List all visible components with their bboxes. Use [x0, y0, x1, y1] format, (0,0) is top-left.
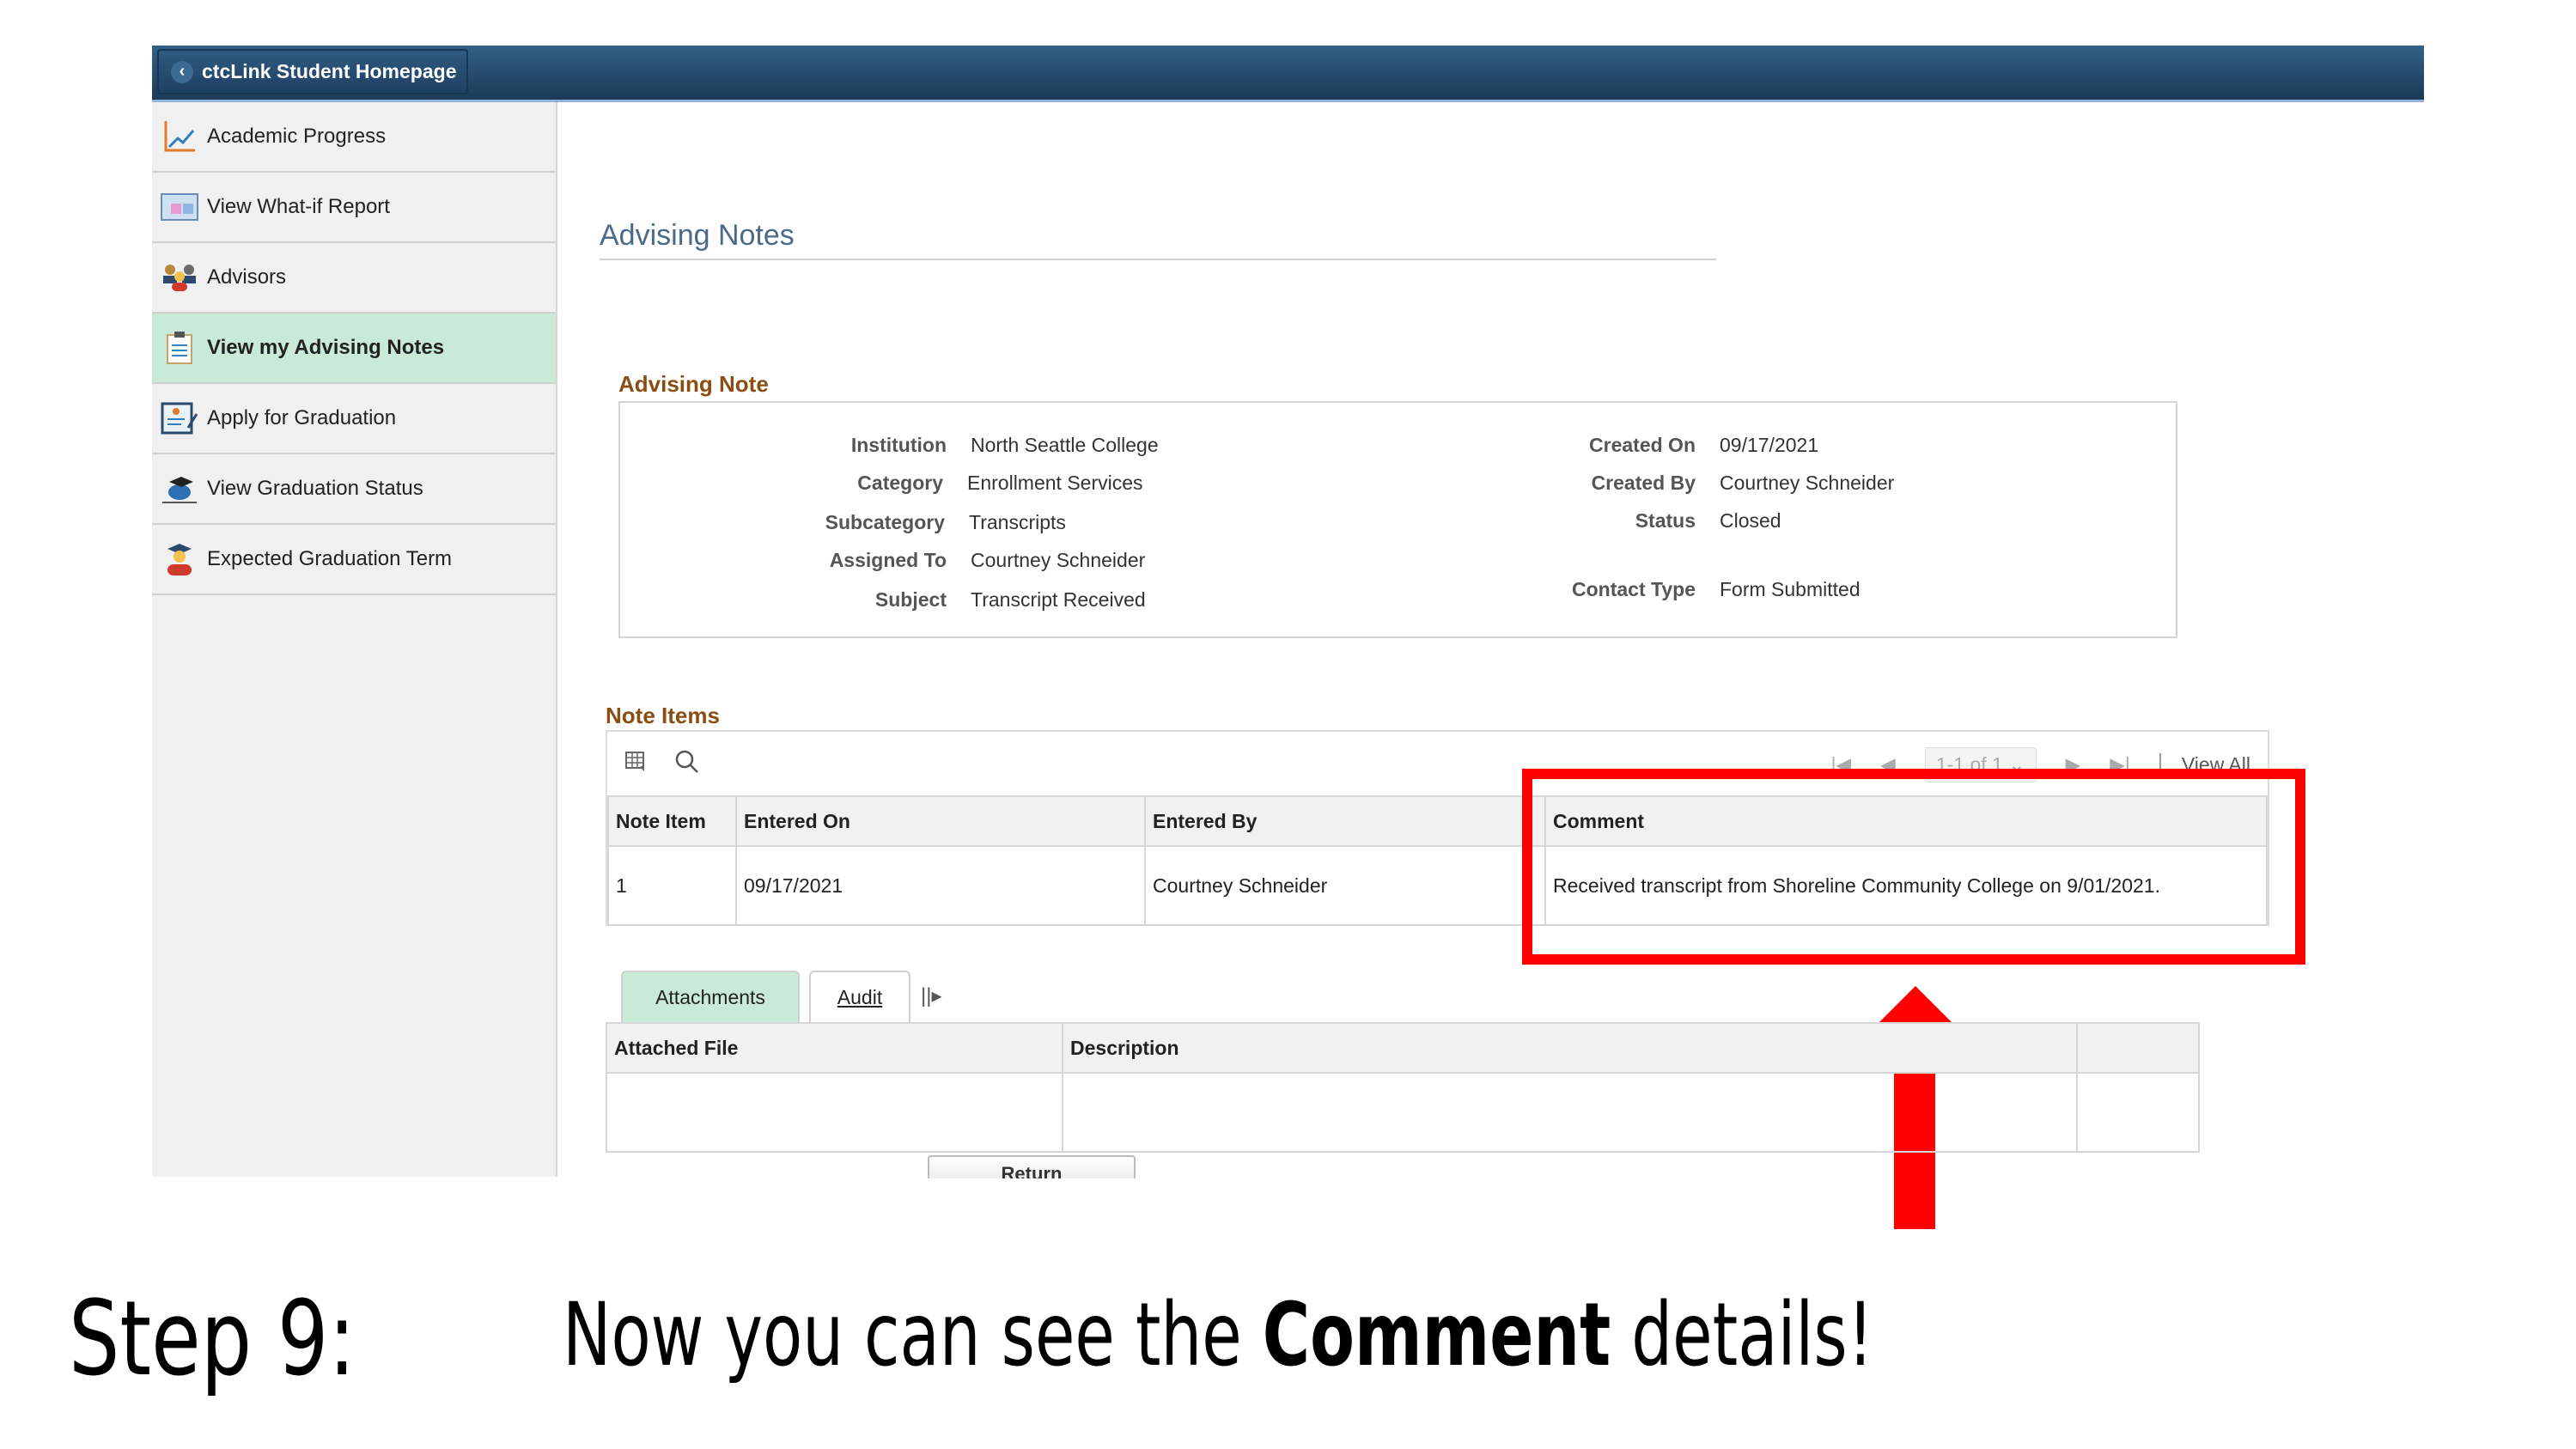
- sidebar-item-graduation-status[interactable]: View Graduation Status: [152, 454, 556, 525]
- column-header: [2076, 1022, 2200, 1074]
- cell-description: [1062, 1072, 2078, 1153]
- cell-action: [2076, 1072, 2200, 1153]
- column-header[interactable]: Entered On: [735, 795, 1146, 847]
- sidebar-item-label: View What-if Report: [207, 195, 390, 218]
- field-value: Transcripts: [969, 511, 1066, 533]
- step-instruction: Now you can see the Comment details!: [563, 1284, 1873, 1386]
- field-value: Transcript Received: [971, 588, 1146, 611]
- sidebar-item-label: View Graduation Status: [207, 477, 423, 500]
- page-title: Advising Notes: [600, 219, 795, 252]
- report-icon: [161, 188, 198, 226]
- note-items-title: Note Items: [606, 703, 720, 728]
- sidebar-item-label: Apply for Graduation: [207, 406, 397, 429]
- sidebar-item-label: Advisors: [207, 265, 287, 289]
- tab-label: Attachments: [655, 985, 765, 1008]
- top-header-bar: ‹ ctcLink Student Homepage: [152, 46, 2424, 102]
- field-category: Category Enrollment Services: [754, 472, 1143, 495]
- field-value: Closed: [1720, 509, 1781, 532]
- sidebar-item-advisors[interactable]: Advisors: [152, 243, 556, 314]
- field-value: Courtney Schneider: [971, 549, 1146, 571]
- sidebar-item-expected-graduation[interactable]: Expected Graduation Term: [152, 525, 556, 595]
- field-value: 09/17/2021: [1720, 434, 1819, 456]
- title-divider: [600, 259, 1716, 260]
- clipboard-icon: [161, 329, 198, 367]
- sidebar-nav: Academic Progress View What-if Report Ad…: [152, 102, 557, 1177]
- step-number: Step 9:: [69, 1280, 356, 1399]
- chart-icon: [161, 118, 198, 155]
- sidebar-item-academic-progress[interactable]: Academic Progress: [152, 102, 556, 173]
- field-label: Subcategory: [825, 511, 945, 533]
- tab-attachments[interactable]: Attachments: [621, 971, 800, 1022]
- column-header[interactable]: Attached File: [606, 1022, 1063, 1074]
- advising-note-panel: Institution North Seattle College Categor…: [618, 401, 2177, 638]
- search-icon[interactable]: [674, 749, 700, 779]
- table-row: [606, 1072, 2200, 1153]
- home-button-label: ctcLink Student Homepage: [202, 60, 457, 82]
- highlight-box: [1522, 769, 2305, 965]
- return-button[interactable]: Return: [928, 1155, 1136, 1178]
- field-created-by: Created By Courtney Schneider: [1507, 472, 1895, 495]
- graduate-icon: [161, 540, 198, 578]
- tab-audit[interactable]: Audit: [809, 971, 910, 1022]
- sidebar-item-what-if-report[interactable]: View What-if Report: [152, 173, 556, 243]
- table-header-row: Attached File Description: [606, 1022, 2200, 1074]
- column-header[interactable]: Note Item: [607, 795, 737, 847]
- caption-text-pre: Now you can see the: [563, 1284, 1263, 1386]
- field-value: North Seattle College: [971, 434, 1159, 456]
- field-label: Institution: [850, 434, 947, 456]
- attachments-table: Attached File Description: [606, 1022, 2200, 1153]
- field-institution: Institution North Seattle College: [758, 434, 1159, 457]
- field-value: Enrollment Services: [967, 472, 1143, 494]
- field-label: Contact Type: [1572, 578, 1696, 600]
- field-value: Form Submitted: [1720, 578, 1860, 600]
- field-contact-type: Contact Type Form Submitted: [1507, 578, 1860, 601]
- field-subject: Subject Transcript Received: [758, 588, 1146, 612]
- student-homepage-button[interactable]: ‹ ctcLink Student Homepage: [157, 49, 468, 94]
- people-icon: [161, 259, 198, 296]
- column-header[interactable]: Description: [1062, 1022, 2078, 1074]
- sidebar-item-label: Academic Progress: [207, 125, 387, 148]
- field-label: Category: [857, 472, 943, 494]
- field-label: Created On: [1589, 434, 1696, 456]
- sidebar-item-advising-notes[interactable]: View my Advising Notes: [152, 314, 556, 384]
- field-status: Status Closed: [1507, 509, 1781, 533]
- field-label: Created By: [1591, 472, 1696, 494]
- field-label: Subject: [874, 588, 947, 611]
- tab-label: Audit: [837, 985, 883, 1008]
- cell-attached-file: [606, 1072, 1063, 1153]
- caption-text-bold: Comment: [1262, 1284, 1611, 1386]
- column-header[interactable]: Entered By: [1144, 795, 1546, 847]
- show-all-columns-icon[interactable]: ||▸: [921, 983, 942, 1008]
- chevron-left-icon: ‹: [171, 60, 193, 83]
- field-label: Assigned To: [829, 549, 947, 571]
- field-created-on: Created On 09/17/2021: [1507, 434, 1818, 457]
- cell-entered-on: 09/17/2021: [735, 845, 1146, 926]
- graduation-cap-icon: [161, 470, 198, 508]
- form-edit-icon: [161, 399, 198, 437]
- caption-text-post: details!: [1611, 1284, 1873, 1386]
- sidebar-item-label: Expected Graduation Term: [207, 547, 453, 570]
- field-assigned-to: Assigned To Courtney Schneider: [758, 549, 1146, 572]
- personalize-grid-icon[interactable]: [624, 750, 649, 778]
- field-value: Courtney Schneider: [1720, 472, 1895, 494]
- cell-note-item: 1: [607, 845, 737, 926]
- cell-entered-by: Courtney Schneider: [1144, 845, 1546, 926]
- field-label: Status: [1635, 509, 1696, 532]
- advising-note-title: Advising Note: [618, 371, 769, 397]
- sidebar-item-apply-graduation[interactable]: Apply for Graduation: [152, 384, 556, 454]
- sidebar-item-label: View my Advising Notes: [207, 336, 445, 359]
- field-subcategory: Subcategory Transcripts: [756, 511, 1066, 534]
